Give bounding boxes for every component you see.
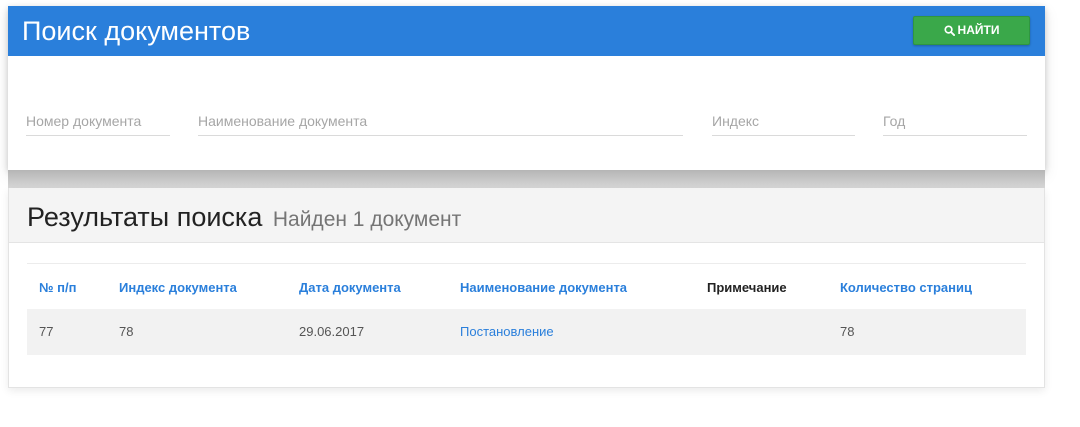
search-panel: Поиск документов НАЙТИ Номер документа Н… <box>8 6 1045 170</box>
document-link[interactable]: Постановление <box>460 324 554 340</box>
cell-pages: 78 <box>840 324 855 339</box>
results-panel: Результаты поиска Найден 1 документ № п/… <box>8 188 1045 388</box>
separator-band <box>8 170 1045 188</box>
search-icon <box>943 25 955 36</box>
column-header-num[interactable]: № п/п <box>39 280 76 296</box>
doc-number-placeholder: Номер документа <box>26 113 142 129</box>
cell-num: 77 <box>39 324 54 339</box>
column-header-date[interactable]: Дата документа <box>299 280 401 296</box>
doc-name-input[interactable]: Наименование документа <box>198 106 683 136</box>
column-header-name[interactable]: Наименование документа <box>460 280 627 296</box>
find-button-label: НАЙТИ <box>957 23 1000 37</box>
table-divider <box>27 263 1026 264</box>
results-count: Найден 1 документ <box>272 208 462 231</box>
results-title-text: Результаты поиска <box>27 202 263 232</box>
index-placeholder: Индекс <box>712 113 760 129</box>
find-button[interactable]: НАЙТИ <box>913 16 1030 45</box>
doc-name-placeholder: Наименование документа <box>198 113 368 129</box>
index-input[interactable]: Индекс <box>712 106 855 136</box>
year-placeholder: Год <box>883 113 906 129</box>
cell-date: 29.06.2017 <box>299 324 365 339</box>
doc-number-input[interactable]: Номер документа <box>26 106 170 136</box>
column-header-pages[interactable]: Количество страниц <box>840 280 972 296</box>
table-row: 77 78 29.06.2017 Постановление 78 <box>27 309 1026 355</box>
search-header-bar: Поиск документов НАЙТИ <box>8 6 1045 56</box>
column-header-note: Примечание <box>707 280 787 295</box>
results-header: Результаты поиска Найден 1 документ <box>9 188 1044 243</box>
page-title: Поиск документов <box>22 16 251 46</box>
year-input[interactable]: Год <box>883 106 1027 136</box>
column-header-index[interactable]: Индекс документа <box>119 280 237 296</box>
results-title: Результаты поиска Найден 1 документ <box>27 201 461 236</box>
cell-index: 78 <box>119 324 134 339</box>
page: Поиск документов НАЙТИ Номер документа Н… <box>0 0 1080 427</box>
